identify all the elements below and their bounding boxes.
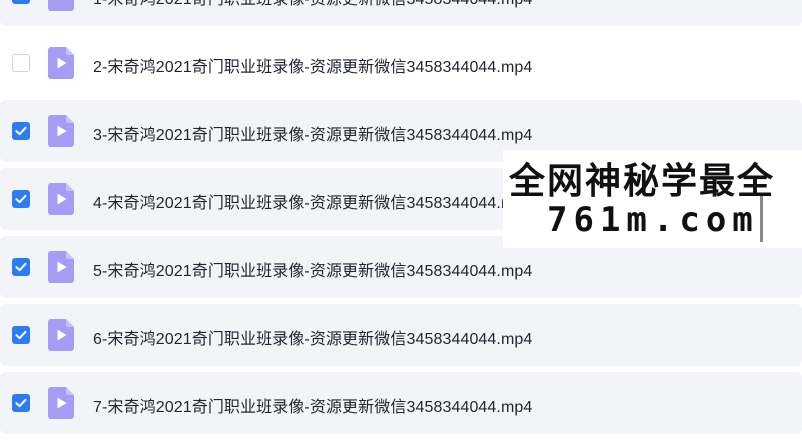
video-file-icon — [48, 387, 74, 419]
file-checkbox[interactable] — [12, 122, 30, 140]
video-file-icon — [48, 47, 74, 79]
watermark-url: 761m.com — [547, 200, 759, 240]
video-file-icon — [48, 0, 74, 11]
text-cursor — [760, 196, 763, 242]
check-icon — [15, 262, 27, 272]
check-icon — [15, 194, 27, 204]
file-name[interactable]: 6-宋奇鸿2021奇门职业班录像-资源更新微信3458344044.mp4 — [93, 325, 532, 349]
video-file-icon — [48, 115, 74, 147]
video-file-icon — [48, 319, 74, 351]
file-name[interactable]: 1-宋奇鸿2021奇门职业班录像-资源更新微信3458344044.mp4 — [93, 0, 532, 9]
check-icon — [14, 0, 28, 2]
file-checkbox[interactable] — [12, 54, 30, 72]
video-file-icon — [48, 183, 74, 215]
check-icon — [15, 398, 27, 408]
file-checkbox[interactable] — [12, 0, 30, 4]
file-checkbox[interactable] — [12, 394, 30, 412]
file-row[interactable]: 2-宋奇鸿2021奇门职业班录像-资源更新微信3458344044.mp4 — [0, 32, 802, 94]
file-name[interactable]: 3-宋奇鸿2021奇门职业班录像-资源更新微信3458344044.mp4 — [93, 121, 532, 145]
file-name[interactable]: 7-宋奇鸿2021奇门职业班录像-资源更新微信3458344044.mp4 — [93, 393, 532, 417]
file-row[interactable]: 6-宋奇鸿2021奇门职业班录像-资源更新微信3458344044.mp4 — [0, 304, 802, 366]
file-name[interactable]: 2-宋奇鸿2021奇门职业班录像-资源更新微信3458344044.mp4 — [93, 53, 532, 77]
file-row[interactable]: 1-宋奇鸿2021奇门职业班录像-资源更新微信3458344044.mp4 — [0, 0, 802, 26]
check-icon — [15, 126, 27, 136]
file-checkbox[interactable] — [12, 190, 30, 208]
file-checkbox[interactable] — [12, 258, 30, 276]
check-icon — [15, 330, 27, 340]
file-name[interactable]: 5-宋奇鸿2021奇门职业班录像-资源更新微信3458344044.mp4 — [93, 257, 532, 281]
file-checkbox[interactable] — [12, 326, 30, 344]
watermark-title: 全网神秘学最全 — [509, 160, 776, 202]
file-name[interactable]: 4-宋奇鸿2021奇门职业班录像-资源更新微信3458344044.mp4 — [93, 189, 532, 213]
video-file-icon — [48, 251, 74, 283]
file-row[interactable]: 7-宋奇鸿2021奇门职业班录像-资源更新微信3458344044.mp4 — [0, 372, 802, 434]
watermark-overlay: 全网神秘学最全 761m.com — [503, 150, 802, 248]
